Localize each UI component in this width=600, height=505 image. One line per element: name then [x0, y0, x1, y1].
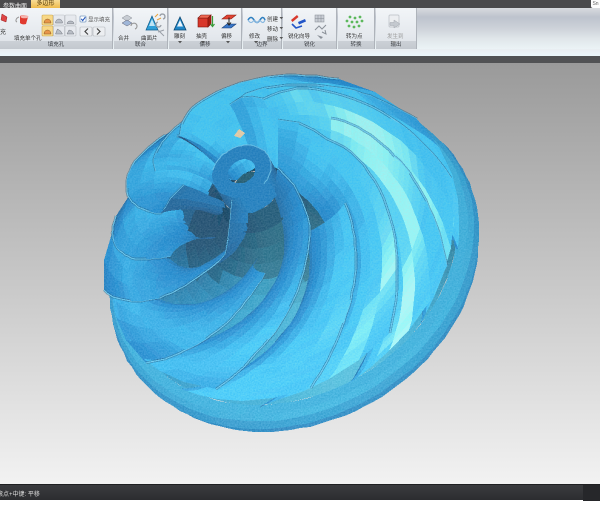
svg-text:偏移: 偏移 [221, 32, 233, 40]
svg-text:雕刻: 雕刻 [174, 32, 186, 40]
svg-text:移动: 移动 [267, 25, 279, 33]
svg-text:抽壳: 抽壳 [196, 32, 208, 40]
svg-text:发生到: 发生到 [387, 32, 404, 40]
svg-text:显示填充: 显示填充 [88, 16, 111, 24]
svg-text:转为点: 转为点 [346, 32, 363, 40]
svg-text:删除: 删除 [267, 35, 279, 43]
svg-text:填充单个孔: 填充单个孔 [14, 34, 42, 42]
svg-text:锐化向导: 锐化向导 [288, 32, 311, 40]
svg-text:充: 充 [0, 28, 6, 36]
svg-text:合并: 合并 [118, 34, 130, 42]
svg-text:修改: 修改 [249, 32, 261, 40]
svg-text:曲面片: 曲面片 [141, 34, 158, 42]
svg-text:创建: 创建 [267, 15, 279, 23]
